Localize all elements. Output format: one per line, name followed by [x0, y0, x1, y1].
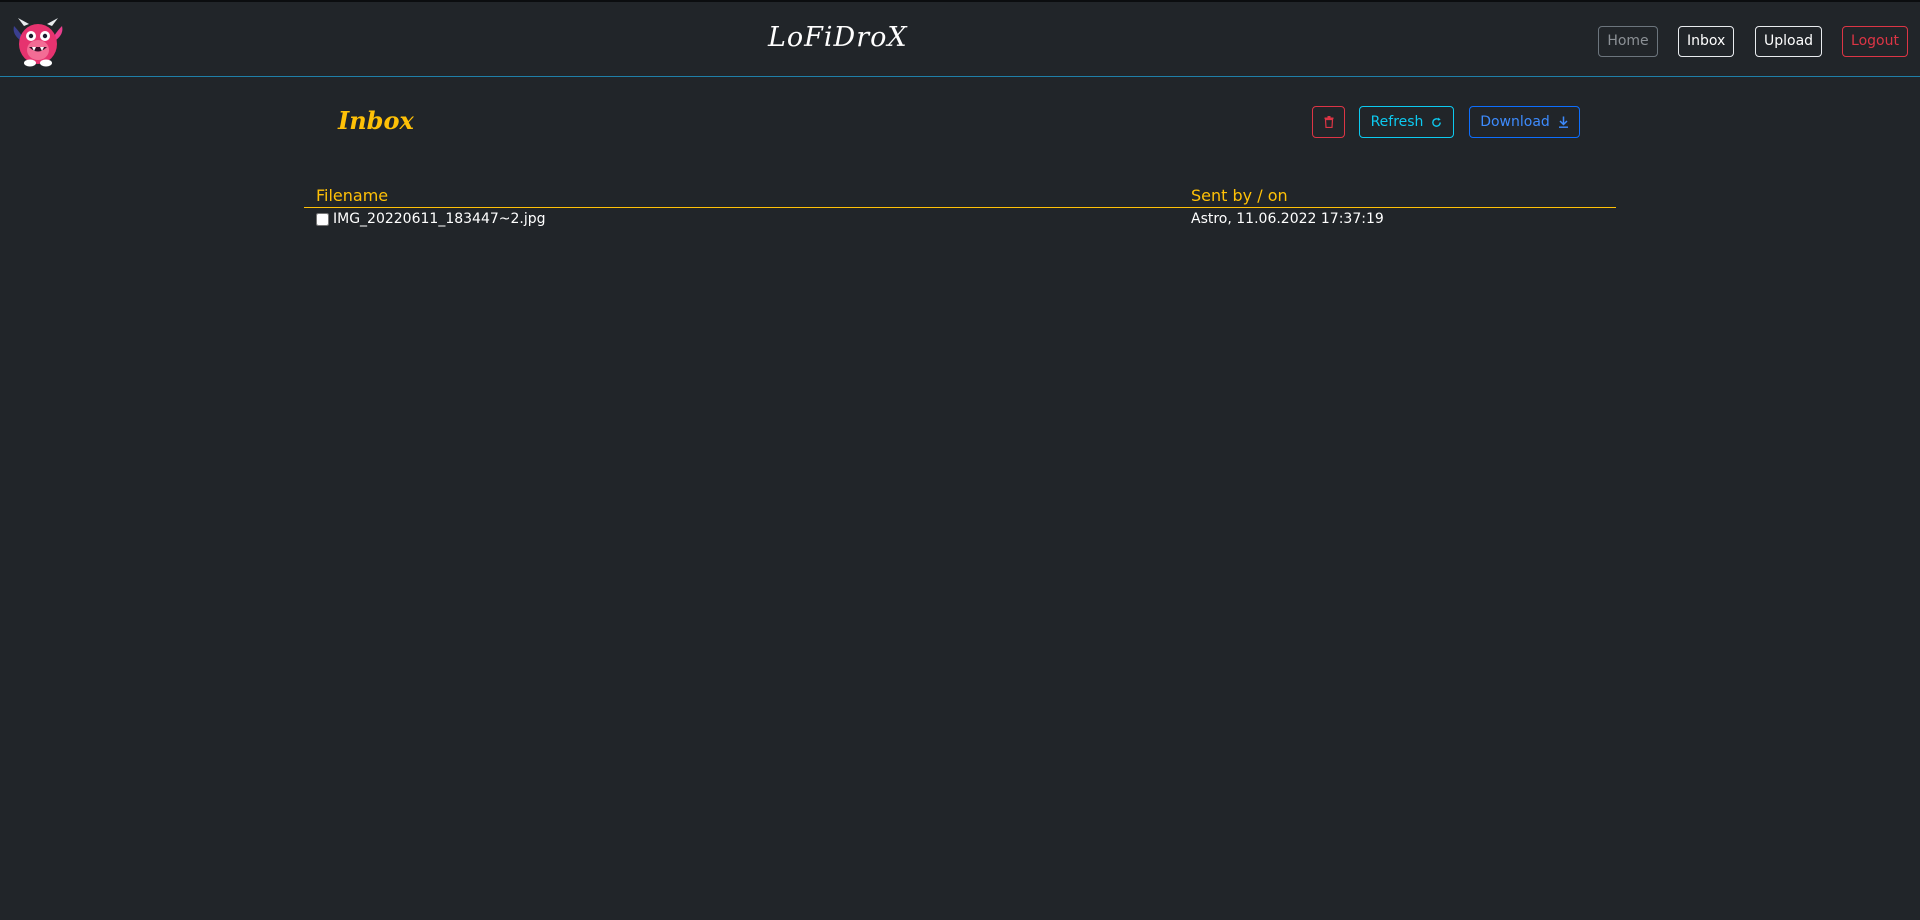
column-header-sent: Sent by / on: [1179, 182, 1616, 208]
monster-logo-icon[interactable]: [10, 16, 66, 68]
trash-icon: [1324, 116, 1334, 128]
download-label: Download: [1480, 114, 1550, 130]
filename-text[interactable]: IMG_20220611_183447~2.jpg: [333, 211, 546, 227]
download-icon: [1558, 116, 1569, 128]
inbox-file-table: Filename Sent by / on IMG_20220611_18344…: [304, 182, 1616, 229]
delete-button[interactable]: [1312, 106, 1345, 138]
nav-upload-button[interactable]: Upload: [1755, 26, 1822, 57]
file-select-checkbox[interactable]: [316, 212, 329, 226]
table-header-row: Filename Sent by / on: [304, 182, 1616, 208]
nav-logout-button[interactable]: Logout: [1842, 26, 1908, 57]
page-title: Inbox: [338, 106, 414, 135]
brand-title: LoFiDroX: [768, 22, 908, 53]
table-row: IMG_20220611_183447~2.jpg Astro, 11.06.2…: [304, 207, 1616, 229]
download-button[interactable]: Download: [1469, 106, 1580, 138]
nav-home-button[interactable]: Home: [1598, 26, 1658, 57]
nav-inbox-button[interactable]: Inbox: [1678, 26, 1734, 57]
top-navbar: LoFiDroX Home Inbox Upload Logout: [0, 0, 1920, 77]
sent-cell: Astro, 11.06.2022 17:37:19: [1191, 211, 1384, 228]
column-header-filename: Filename: [304, 182, 1179, 208]
refresh-icon: [1431, 116, 1442, 128]
filename-cell: IMG_20220611_183447~2.jpg: [304, 207, 1179, 229]
refresh-button[interactable]: Refresh: [1359, 106, 1454, 138]
refresh-label: Refresh: [1370, 114, 1424, 130]
